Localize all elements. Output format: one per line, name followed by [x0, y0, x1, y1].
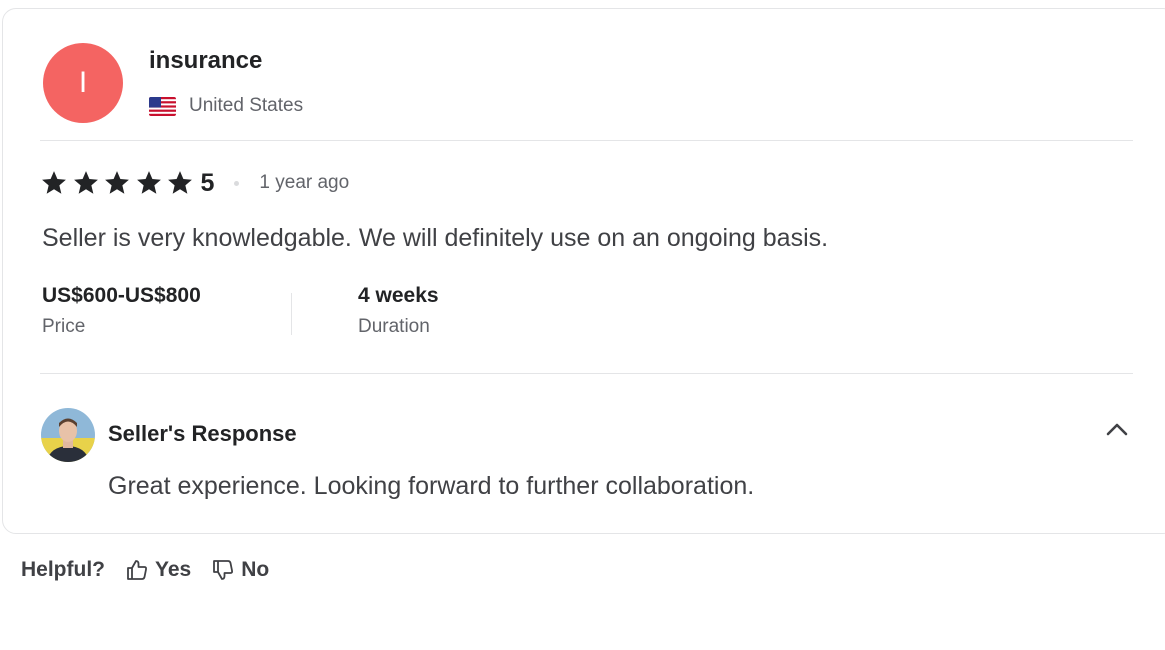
reviewer-name: insurance	[149, 47, 263, 74]
duration-label: Duration	[358, 316, 430, 337]
star-icon	[136, 171, 161, 194]
rating-row: 5 1 year ago	[40, 166, 349, 200]
helpful-no-label: No	[241, 558, 270, 581]
reviewer-avatar: I	[43, 43, 123, 123]
thumbs-up-icon	[127, 560, 147, 580]
helpful-yes-label: Yes	[155, 558, 192, 581]
duration-value: 4 weeks	[358, 284, 439, 307]
helpful-no-button[interactable]: No	[211, 558, 269, 582]
review-time: 1 year ago	[259, 172, 350, 193]
chevron-up-icon	[1106, 423, 1128, 436]
seller-photo	[41, 408, 95, 462]
duration-info: 4 weeks Duration	[358, 284, 439, 338]
header-divider	[40, 140, 1133, 141]
helpful-label: Helpful?	[21, 558, 105, 581]
star-icon	[42, 171, 66, 194]
star-icon	[105, 171, 129, 194]
meta-separator	[291, 293, 292, 335]
review-text: Seller is very knowledgable. We will def…	[42, 224, 829, 252]
seller-response-title: Seller's Response	[108, 421, 297, 446]
star-icon	[168, 171, 192, 194]
star-icon	[73, 171, 98, 194]
separator-dot	[234, 180, 240, 186]
seller-response-text: Great experience. Looking forward to fur…	[108, 472, 755, 500]
reviewer-country: United States	[149, 95, 303, 117]
star-rating	[40, 169, 198, 197]
response-divider	[40, 373, 1133, 374]
price-info: US$600-US$800 Price	[42, 284, 201, 338]
rating-value: 5	[200, 168, 215, 197]
price-value: US$600-US$800	[42, 284, 201, 307]
collapse-response-button[interactable]	[1102, 416, 1132, 442]
country-label: United States	[189, 95, 304, 116]
review-card: I insurance United States	[2, 8, 1165, 534]
helpful-yes-button[interactable]: Yes	[125, 558, 191, 582]
us-flag-icon	[149, 96, 176, 116]
helpful-row: Helpful? Yes No	[21, 555, 289, 585]
seller-avatar	[41, 408, 95, 462]
thumbs-down-icon	[213, 560, 234, 580]
price-label: Price	[42, 316, 86, 337]
